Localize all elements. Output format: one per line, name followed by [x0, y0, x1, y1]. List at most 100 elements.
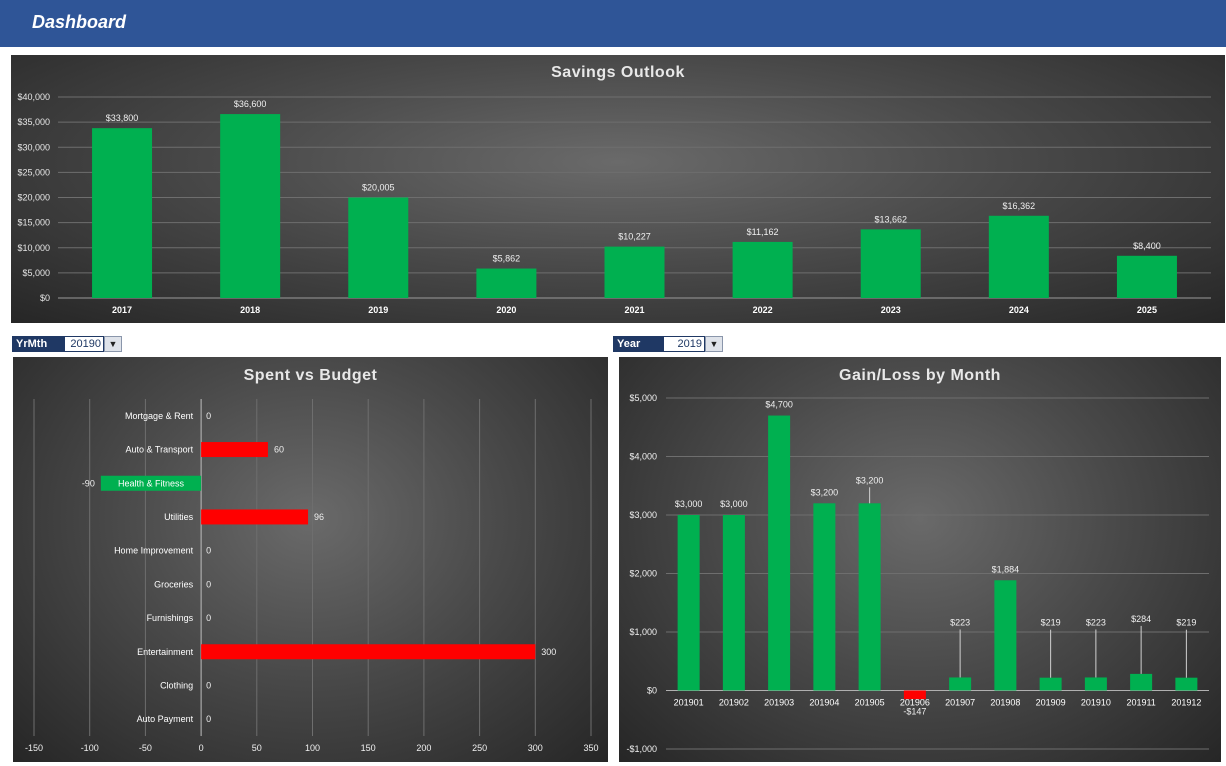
- data-label: 0: [206, 411, 211, 421]
- data-label: $3,200: [856, 475, 884, 485]
- bar: [1116, 255, 1177, 298]
- page-title: Dashboard: [32, 12, 127, 32]
- bar: [1084, 677, 1107, 691]
- x-tick-label: 2021: [624, 305, 644, 315]
- x-tick-label: 2019: [368, 305, 388, 315]
- bar: [201, 644, 536, 660]
- spent-chart-svg: -150 -100 -50 0 50 100 150 200 250 300 350 0 Mortgag…: [25, 399, 599, 753]
- category-label: Auto & Transport: [126, 445, 194, 455]
- filter-icon[interactable]: ▼: [104, 336, 122, 352]
- x-tick-label: 201903: [764, 698, 794, 708]
- savings-outlook-chart: Savings Outlook $0 $5,000 $10,000 $15,000 $2…: [11, 55, 1225, 323]
- data-label: 0: [206, 579, 211, 589]
- category-label: Auto Payment: [137, 714, 194, 724]
- bar: [201, 442, 268, 458]
- y-tick-label: $2,000: [629, 569, 657, 579]
- bar: [476, 268, 537, 298]
- x-tick-label: 150: [361, 743, 376, 753]
- data-label: 0: [206, 680, 211, 690]
- data-label: 0: [206, 613, 211, 623]
- bar: [604, 246, 665, 298]
- y-tick-label: $5,000: [629, 393, 657, 403]
- y-tick-label: $35,000: [17, 117, 50, 127]
- bar: [1175, 677, 1198, 691]
- year-filter[interactable]: Year 2019 ▼: [613, 336, 723, 352]
- data-label: $8,400: [1133, 241, 1161, 251]
- yrmth-filter[interactable]: YrMth 20190 ▼: [12, 336, 122, 352]
- bar: [677, 515, 700, 691]
- year-filter-label: Year: [613, 336, 663, 352]
- yrmth-filter-label: YrMth: [12, 336, 64, 352]
- x-tick-label: 201902: [719, 698, 749, 708]
- category-label: Health & Fitness: [118, 478, 185, 488]
- y-tick-label: $25,000: [17, 167, 50, 177]
- x-tick-label: 350: [583, 743, 598, 753]
- x-tick-label: 200: [416, 743, 431, 753]
- x-tick-label: 201912: [1171, 698, 1201, 708]
- x-tick-label: -50: [139, 743, 152, 753]
- data-label: $33,800: [106, 113, 139, 123]
- x-tick-label: 2018: [240, 305, 260, 315]
- category-label: Home Improvement: [114, 546, 194, 556]
- y-tick-label: $40,000: [17, 92, 50, 102]
- y-tick-label: $10,000: [17, 243, 50, 253]
- x-tick-label: 201911: [1126, 698, 1155, 708]
- data-label: $3,000: [720, 499, 748, 509]
- gain-chart-svg: -$1,000 $0 $1,000 $2,000 $3,000 $4,000 $5,000 2…: [626, 393, 1209, 754]
- x-tick-label: 0: [199, 743, 204, 753]
- yrmth-filter-value[interactable]: 20190: [64, 336, 104, 352]
- data-label: $1,884: [992, 564, 1020, 574]
- data-label: $5,862: [493, 254, 521, 264]
- x-tick-label: 201904: [809, 698, 839, 708]
- x-tick-label: 2025: [1137, 305, 1157, 315]
- y-tick-label: $0: [647, 686, 657, 696]
- gain-loss-chart: Gain/Loss by Month -$1,000 $0 $1,000 $2,000…: [619, 357, 1221, 762]
- bar: [220, 114, 281, 299]
- data-label: 96: [314, 512, 324, 522]
- x-tick-label: 50: [252, 743, 262, 753]
- x-tick-label: 201910: [1081, 698, 1111, 708]
- data-label: $11,162: [747, 227, 779, 237]
- y-tick-label: -$1,000: [626, 744, 657, 754]
- filter-icon[interactable]: ▼: [705, 336, 723, 352]
- x-tick-label: -150: [25, 743, 43, 753]
- data-label: $20,005: [362, 182, 395, 192]
- category-label: Clothing: [160, 680, 193, 690]
- data-label: $3,000: [675, 499, 703, 509]
- x-tick-label: 250: [472, 743, 487, 753]
- y-tick-label: $0: [40, 293, 50, 303]
- x-tick-label: 300: [528, 743, 543, 753]
- data-label: 0: [206, 714, 211, 724]
- x-tick-label: 2024: [1009, 305, 1029, 315]
- bar: [813, 503, 836, 691]
- bar: [768, 415, 791, 691]
- bar: [201, 509, 309, 525]
- x-tick-label: 100: [305, 743, 320, 753]
- bar: [858, 503, 881, 691]
- dashboard-header: Dashboard: [0, 0, 1226, 47]
- y-tick-label: $3,000: [629, 510, 657, 520]
- bar: [348, 197, 409, 298]
- data-label: $223: [1086, 617, 1106, 627]
- bar: [722, 515, 745, 691]
- year-filter-value[interactable]: 2019: [663, 336, 705, 352]
- bar: [860, 229, 921, 298]
- data-label: -$147: [903, 707, 926, 717]
- y-tick-label: $1,000: [629, 627, 657, 637]
- data-label: $219: [1176, 618, 1196, 628]
- x-tick-label: 2017: [112, 305, 132, 315]
- x-tick-label: 201901: [674, 698, 704, 708]
- y-tick-label: $20,000: [17, 193, 50, 203]
- data-label: $223: [950, 617, 970, 627]
- data-label: $36,600: [234, 99, 267, 109]
- y-tick-label: $30,000: [17, 142, 50, 152]
- data-label: -90: [82, 478, 95, 488]
- data-label: 60: [274, 445, 284, 455]
- x-tick-label: 2022: [753, 305, 773, 315]
- data-label: $284: [1131, 614, 1151, 624]
- x-tick-label: 201907: [945, 698, 975, 708]
- bar: [732, 241, 793, 298]
- bar: [92, 128, 153, 298]
- bar: [1039, 677, 1062, 691]
- x-tick-label: -100: [81, 743, 99, 753]
